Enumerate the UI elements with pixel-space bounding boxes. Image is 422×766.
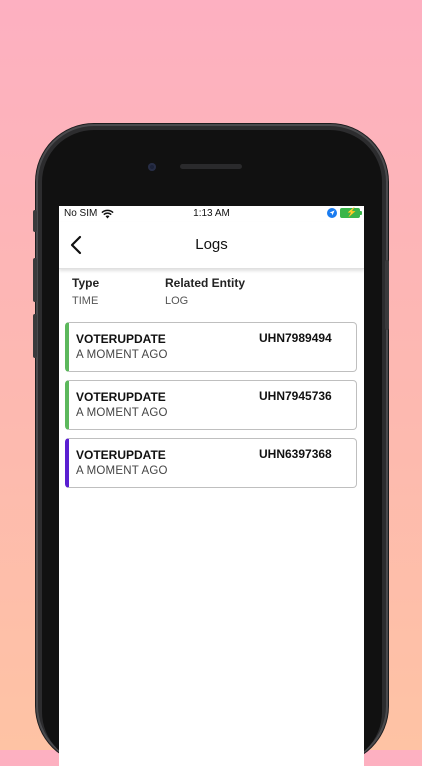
nav-bar: Logs <box>59 222 364 269</box>
log-entity-id: UHN7945736 <box>259 389 332 403</box>
header-log-label: LOG <box>165 295 189 307</box>
log-card[interactable]: VOTERUPDATE UHN6397368 A MOMENT AGO <box>65 438 357 488</box>
log-type: VOTERUPDATE <box>76 390 166 404</box>
log-entity-id: UHN6397368 <box>259 447 332 461</box>
log-time: A MOMENT AGO <box>76 349 168 361</box>
header-entity-label: Related Entity <box>165 276 246 290</box>
header-column-type: Type TIME <box>72 276 99 307</box>
log-time: A MOMENT AGO <box>76 465 168 477</box>
volume-down-button <box>33 314 37 358</box>
log-entity-id: UHN7989494 <box>259 331 332 345</box>
clock-label: 1:13 AM <box>193 208 230 219</box>
power-button <box>385 260 389 330</box>
log-list: VOTERUPDATE UHN7989494 A MOMENT AGO VOTE… <box>65 322 357 496</box>
app-screen: No SIM 1:13 AM ⚡ Logs Type TIME Related … <box>59 206 364 766</box>
header-column-entity: Related Entity LOG <box>165 276 245 307</box>
charging-bolt-icon: ⚡ <box>346 207 358 217</box>
page-title: Logs <box>195 236 228 253</box>
status-bar: No SIM 1:13 AM ⚡ <box>59 206 364 222</box>
earpiece-speaker <box>180 164 242 169</box>
volume-up-button <box>33 258 37 302</box>
front-camera <box>148 163 156 171</box>
log-card[interactable]: VOTERUPDATE UHN7945736 A MOMENT AGO <box>65 380 357 430</box>
status-right: ⚡ <box>327 207 362 218</box>
mute-switch <box>33 210 37 232</box>
log-card[interactable]: VOTERUPDATE UHN7989494 A MOMENT AGO <box>65 322 357 372</box>
battery-icon: ⚡ <box>340 207 362 218</box>
location-arrow-icon <box>327 208 337 218</box>
log-time: A MOMENT AGO <box>76 407 168 419</box>
list-header: Type TIME Related Entity LOG <box>59 276 364 312</box>
header-type-label: Type <box>72 276 100 290</box>
header-time-label: TIME <box>72 295 99 307</box>
log-type: VOTERUPDATE <box>76 448 166 462</box>
log-type: VOTERUPDATE <box>76 332 166 346</box>
